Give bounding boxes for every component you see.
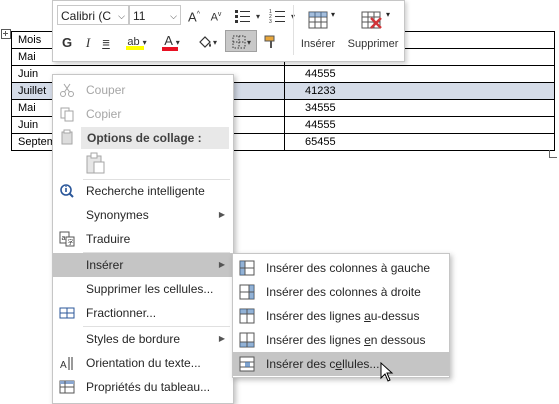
submenu-item-label: Insérer des lignes au-dessus <box>266 309 420 323</box>
chevron-down-icon: ⌵ <box>170 11 177 21</box>
font-color-bar <box>162 47 178 51</box>
insert-table-icon <box>308 11 328 29</box>
menu-item-label: Fractionner... <box>86 306 157 320</box>
font-color-button[interactable]: A ▾ <box>157 31 187 51</box>
table-cell-value[interactable]: 65455 <box>284 133 555 151</box>
menu-item-table-properties[interactable]: Propriétés du tableau... <box>53 375 233 399</box>
menu-item-label: Synonymes <box>86 208 149 222</box>
format-painter-button[interactable] <box>261 31 281 51</box>
font-color-letter: A <box>164 33 173 48</box>
bold-button[interactable]: G <box>59 33 75 53</box>
paste-options-header: Options de collage : <box>81 127 229 149</box>
chevron-down-icon: ▾ <box>386 10 391 19</box>
table-properties-icon <box>59 380 75 394</box>
table-end-mark <box>549 150 557 158</box>
insert-label: Insérer <box>300 38 336 50</box>
menu-item-cut[interactable]: Couper <box>53 78 233 102</box>
menu-item-label: Couper <box>86 83 126 97</box>
submenu-item-cells[interactable]: Insérer des cellules... <box>233 352 449 376</box>
menu-item-text-direction[interactable]: A Orientation du texte... <box>53 351 233 375</box>
chevron-right-icon: ▶ <box>218 334 225 343</box>
svg-text:A: A <box>60 360 67 371</box>
menu-item-insert[interactable]: Insérer ▶ <box>53 253 233 277</box>
menu-item-translate[interactable]: a 字 Traduire <box>53 227 233 251</box>
insert-table-button[interactable]: ▾ Insérer <box>293 4 343 56</box>
svg-text:a: a <box>62 235 66 242</box>
insert-columns-right-icon <box>239 284 255 300</box>
table-cell-value[interactable]: 41233 <box>284 82 555 100</box>
submenu-item-label: Insérer des lignes en dessous <box>266 333 426 347</box>
copy-icon <box>60 107 74 122</box>
mini-toolbar: Calibri (C ⌵ 11 ⌵ A^ Av ▾ 1 2 3 ▾ G I ≡ … <box>52 0 405 62</box>
submenu-item-rows-above[interactable]: Insérer des lignes au-dessus <box>233 304 449 328</box>
submenu-item-label: Insérer des cellules... <box>266 357 380 371</box>
font-name-value: Calibri (C <box>61 9 112 23</box>
submenu-item-label: Insérer des colonnes à gauche <box>266 261 431 275</box>
submenu-item-cols-left[interactable]: Insérer des colonnes à gauche <box>233 256 449 280</box>
table-cell-value[interactable]: 34555 <box>284 99 555 117</box>
font-size-select[interactable]: 11 ⌵ <box>129 5 181 25</box>
svg-text:字: 字 <box>68 239 74 247</box>
menu-item-delete-cells[interactable]: Supprimer les cellules... <box>53 277 233 301</box>
text-direction-icon: A <box>60 357 73 371</box>
highlight-button[interactable]: ab ▾ <box>119 31 155 51</box>
menu-item-label: Insérer <box>86 258 124 272</box>
menu-item-label: Traduire <box>86 232 131 246</box>
submenu-item-cols-right[interactable]: Insérer des colonnes à droite <box>233 280 449 304</box>
format-painter-icon <box>264 35 275 48</box>
smart-lookup-icon <box>60 184 74 198</box>
shrink-font-button[interactable]: Av <box>207 5 225 25</box>
bullets-button[interactable]: ▾ <box>230 5 264 25</box>
menu-item-border-styles[interactable]: Styles de bordure ▶ <box>53 327 233 351</box>
chevron-down-icon: ▾ <box>331 10 336 19</box>
delete-label: Supprimer <box>347 38 399 50</box>
scissors-icon <box>60 83 74 97</box>
shading-button[interactable]: ▾ <box>191 31 223 51</box>
menu-item-synonyms[interactable]: Synonymes ▶ <box>53 203 233 227</box>
split-cells-icon <box>59 307 75 319</box>
italic-button[interactable]: I <box>81 33 95 53</box>
translate-icon: a 字 <box>59 231 75 247</box>
bullet-list-icon <box>234 9 250 23</box>
menu-item-copy[interactable]: Copier <box>53 102 233 126</box>
submenu-item-rows-below[interactable]: Insérer des lignes en dessous <box>233 328 449 352</box>
borders-icon <box>232 35 246 49</box>
chevron-down-icon: ⌵ <box>118 11 125 21</box>
menu-item-label: Supprimer les cellules... <box>86 282 214 296</box>
font-name-select[interactable]: Calibri (C ⌵ <box>57 5 129 25</box>
menu-item-label: Styles de bordure <box>86 332 181 346</box>
chevron-right-icon: ▶ <box>218 260 225 269</box>
borders-button[interactable]: ▾ <box>225 30 257 52</box>
font-size-value: 11 <box>133 9 146 23</box>
svg-text:3: 3 <box>269 19 272 24</box>
menu-item-label: Copier <box>86 107 122 121</box>
delete-table-icon <box>361 11 382 29</box>
numbered-list-icon: 1 2 3 <box>269 9 285 25</box>
table-cell-value[interactable]: 44555 <box>284 116 555 134</box>
menu-item-label: Recherche intelligente <box>86 184 205 198</box>
insert-cells-icon <box>239 356 255 372</box>
menu-item-label: Propriétés du tableau... <box>86 380 211 394</box>
context-menu: Couper Copier Options de collage : Reche… <box>52 74 234 404</box>
insert-rows-above-icon <box>239 308 255 324</box>
submenu-item-label: Insérer des colonnes à droite <box>266 285 421 299</box>
chevron-right-icon: ▶ <box>218 210 225 219</box>
underline-button[interactable]: ≡ <box>99 33 113 53</box>
paste-options-icon <box>61 129 73 145</box>
grow-font-button[interactable]: A^ <box>185 5 203 25</box>
insert-columns-left-icon <box>239 260 255 276</box>
insert-rows-below-icon <box>239 332 255 348</box>
menu-item-label: Orientation du texte... <box>86 356 201 370</box>
insert-submenu: Insérer des colonnes à gauche Insérer de… <box>232 253 450 378</box>
menu-item-split[interactable]: Fractionner... <box>53 301 233 325</box>
highlight-color-bar <box>126 46 144 50</box>
mouse-cursor-icon <box>380 362 394 382</box>
delete-table-button[interactable]: ▾ Supprimer <box>343 4 403 56</box>
table-cell-value[interactable]: 44555 <box>284 65 555 83</box>
table-move-handle[interactable] <box>1 29 11 39</box>
paint-bucket-icon <box>199 35 211 48</box>
paste-keep-source-icon[interactable] <box>83 151 107 175</box>
menu-item-smart-lookup[interactable]: Recherche intelligente <box>53 179 233 203</box>
